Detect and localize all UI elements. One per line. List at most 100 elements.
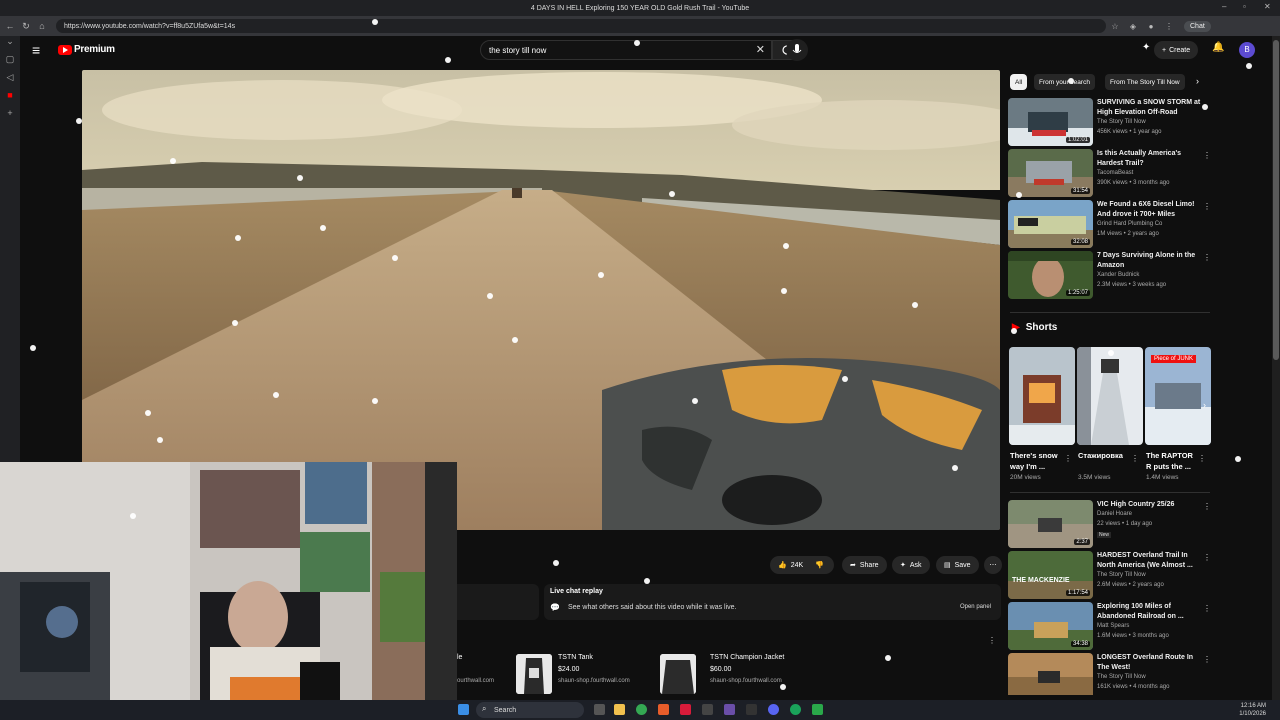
more-options-icon[interactable]: ⋮ — [1203, 553, 1211, 562]
snowflake — [952, 465, 958, 471]
app-icon[interactable] — [702, 704, 713, 715]
short-thumbnail[interactable]: Piece of JUNK — [1145, 347, 1211, 445]
channel-name: TacomaBeast — [1097, 170, 1134, 176]
extensions-icon[interactable]: ◈ — [1124, 22, 1142, 31]
ask-button[interactable]: ✦ Ask — [892, 556, 930, 574]
video-meta: 456K views • 1 year ago — [1097, 129, 1162, 135]
more-options-icon[interactable]: ⋮ — [1198, 454, 1206, 463]
like-button[interactable]: 👍 24K 👎 — [770, 556, 834, 574]
task-view-icon[interactable] — [594, 704, 605, 715]
file-explorer-icon[interactable] — [614, 704, 625, 715]
create-button[interactable]: + Create — [1154, 41, 1199, 59]
clear-search-icon[interactable]: ✕ — [756, 43, 765, 56]
notifications-bell-icon[interactable]: 🔔 — [1212, 42, 1224, 53]
sparkle-icon[interactable]: ✦ — [1142, 42, 1150, 53]
share-button[interactable]: ➦ Share — [842, 556, 887, 574]
merch-partial-store[interactable]: ourthwall.com — [457, 678, 494, 684]
search-input[interactable]: the story till now ✕ — [480, 40, 772, 60]
recommendation-item[interactable]: 31:54 Is this Actually America's Hardest… — [1008, 149, 1213, 197]
video-thumbnail: 34:38 — [1008, 602, 1093, 650]
snowflake — [1108, 350, 1114, 356]
search-value: the story till now — [489, 45, 547, 55]
add-tab-icon[interactable]: + — [0, 108, 20, 126]
video-player[interactable] — [82, 70, 1000, 530]
recommendation-item[interactable]: LONGEST Overland Route In The West! The … — [1008, 653, 1213, 695]
short-thumbnail[interactable] — [1009, 347, 1075, 445]
more-options-icon[interactable]: ⋮ — [1203, 655, 1211, 664]
recommendation-item[interactable]: 32:08 We Found a 6X6 Diesel Limo! And dr… — [1008, 200, 1213, 248]
chevron-right-icon[interactable]: › — [1196, 76, 1199, 86]
merch-more-icon[interactable]: ⋮ — [988, 636, 996, 645]
chip-from-channel[interactable]: From The Story Till Now — [1105, 74, 1185, 90]
snowflake — [30, 345, 36, 351]
app-icon[interactable] — [724, 704, 735, 715]
page-scrollbar[interactable] — [1272, 36, 1280, 700]
minimize-button[interactable]: – — [1222, 2, 1226, 11]
video-actions: 👍 24K 👎 ➦ Share ✦ Ask ▤ Save ⋯ — [770, 556, 1010, 574]
profile-icon[interactable]: ● — [1142, 22, 1160, 31]
close-window-button[interactable]: ✕ — [1264, 2, 1271, 11]
video-meta: 22 views • 1 day ago — [1097, 521, 1153, 527]
reload-icon[interactable]: ↻ — [20, 21, 32, 32]
recommendation-item[interactable]: THE MACKENZIE 1:17:54 HARDEST Overland T… — [1008, 551, 1213, 599]
voice-search-button[interactable] — [786, 39, 808, 61]
taskbar-search[interactable]: ⌕ Search — [476, 702, 584, 718]
thumbs-up-icon: 👍 — [778, 562, 787, 569]
open-panel-button[interactable]: Open panel — [960, 604, 991, 610]
app-icon[interactable] — [812, 704, 823, 715]
back-icon[interactable]: ← — [4, 21, 16, 31]
snowflake — [1246, 63, 1252, 69]
save-label: Save — [954, 561, 971, 569]
home-icon[interactable]: ⌂ — [36, 21, 48, 31]
app-icon[interactable] — [658, 704, 669, 715]
scrollbar-thumb[interactable] — [1273, 40, 1279, 360]
dislike-icon[interactable]: 👎 — [815, 561, 824, 569]
short-thumbnail[interactable] — [1077, 347, 1143, 445]
start-icon[interactable] — [458, 704, 469, 715]
app-icon[interactable] — [680, 704, 691, 715]
chip-from-your-search[interactable]: From your search — [1034, 74, 1095, 90]
recommendation-item[interactable]: 2:37 VIC High Country 25/26 Daniel Hoare… — [1008, 500, 1213, 548]
more-actions-button[interactable]: ⋯ — [984, 556, 1002, 574]
tab-icon[interactable]: ▢ — [0, 54, 20, 72]
discord-icon[interactable] — [768, 704, 779, 715]
more-options-icon[interactable]: ⋮ — [1203, 202, 1211, 211]
merch-store-link[interactable]: shaun-shop.fourthwall.com — [558, 678, 630, 684]
chevron-down-icon[interactable]: ⌄ — [0, 36, 20, 54]
merch-name: TSTN Champion Jacket — [710, 654, 785, 661]
merch-store-link[interactable]: shaun-shop.fourthwall.com — [710, 678, 782, 684]
more-options-icon[interactable]: ⋮ — [1064, 454, 1072, 463]
more-options-icon[interactable]: ⋮ — [1203, 253, 1211, 262]
more-options-icon[interactable]: ⋮ — [1131, 454, 1139, 463]
snowflake — [297, 175, 303, 181]
chat-button[interactable]: Chat — [1184, 20, 1211, 32]
bookmark-icon[interactable]: ☆ — [1106, 22, 1124, 31]
save-button[interactable]: ▤ Save — [936, 556, 979, 574]
app-icon[interactable] — [790, 704, 801, 715]
share-label: Share — [859, 561, 879, 569]
merch-item[interactable]: TSTN Tank $24.00 shaun-shop.fourthwall.c… — [516, 654, 656, 694]
avatar[interactable]: B — [1239, 42, 1255, 58]
chip-all[interactable]: All — [1010, 74, 1028, 90]
recommendation-item[interactable]: 34:38 Exploring 100 Miles of Abandoned R… — [1008, 602, 1213, 650]
address-bar[interactable]: https://www.youtube.com/watch?v=ff8u5ZUf… — [56, 19, 1106, 33]
recommendation-item[interactable]: 1:02:01 SURVIVING a SNOW STORM at High E… — [1008, 98, 1213, 146]
chrome-icon[interactable] — [636, 704, 647, 715]
shorts-next-icon[interactable]: › — [1203, 400, 1206, 410]
system-clock[interactable]: 12:16 AM 1/10/2026 — [1239, 702, 1266, 718]
video-thumbnail — [1008, 653, 1093, 695]
snowflake — [145, 410, 151, 416]
more-options-icon[interactable]: ⋮ — [1203, 151, 1211, 160]
speaker-icon[interactable]: ◁ — [0, 72, 20, 90]
menu-dots-icon[interactable]: ⋮ — [1160, 22, 1178, 31]
snowflake — [157, 437, 163, 443]
more-options-icon[interactable]: ⋮ — [1203, 604, 1211, 613]
recommendation-item[interactable]: 1:25:07 7 Days Surviving Alone in the Am… — [1008, 251, 1213, 299]
more-options-icon[interactable]: ⋮ — [1203, 502, 1211, 511]
youtube-tab-icon[interactable]: ■ — [0, 90, 20, 108]
merch-item[interactable]: TSTN Champion Jacket $60.00 shaun-shop.f… — [660, 654, 800, 694]
app-icon[interactable] — [746, 704, 757, 715]
restore-button[interactable]: ▫ — [1243, 2, 1246, 11]
youtube-logo[interactable]: Premium — [58, 44, 115, 55]
hamburger-menu-icon[interactable]: ≡ — [32, 42, 40, 58]
